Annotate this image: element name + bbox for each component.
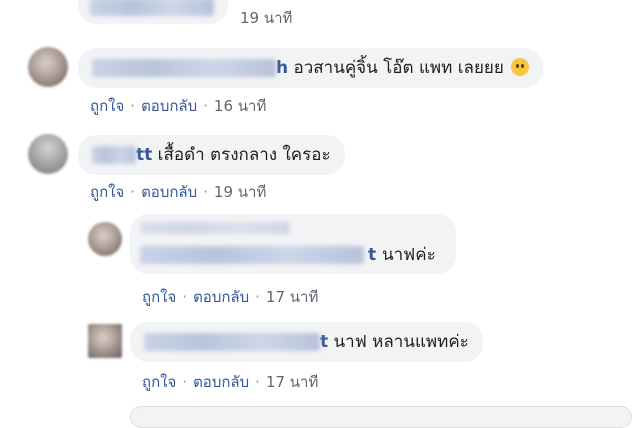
reply-time[interactable]: 17 นาที [266, 288, 318, 306]
blurred-author-name[interactable] [144, 333, 320, 351]
reply-time[interactable]: 17 นาที [266, 373, 318, 391]
comment-meta: 19 นาที [240, 6, 292, 30]
blurred-author-name[interactable] [92, 146, 136, 164]
separator-dot: · [182, 288, 188, 306]
separator-dot: · [130, 97, 136, 115]
separator-dot: · [203, 183, 208, 201]
separator-dot: · [203, 97, 208, 115]
author-name-visible[interactable]: h [276, 58, 288, 78]
reply-link[interactable]: ตอบกลับ [141, 183, 197, 201]
comment-time[interactable]: 16 นาที [214, 97, 266, 115]
like-link[interactable]: ถูกใจ [90, 183, 124, 201]
comment-text: อวสานคู่จิ้น โอ๊ต แพท เลยยย [293, 58, 504, 78]
comment-meta: ถูกใจ · ตอบกลับ · 19 นาที [90, 180, 266, 204]
like-link[interactable]: ถูกใจ [90, 97, 124, 115]
avatar[interactable] [28, 47, 68, 87]
comment-time[interactable]: 19 นาที [240, 9, 292, 27]
comment-text: นาฟ หลานแพทค่ะ [333, 332, 469, 352]
comment-bubble: h อวสานคู่จิ้น โอ๊ต แพท เลยยย [78, 48, 544, 88]
reply-meta: ถูกใจ · ตอบกลับ · 17 นาที [142, 370, 318, 394]
avatar[interactable] [88, 222, 122, 256]
sad-face-emoji-icon [511, 58, 530, 76]
avatar[interactable] [28, 134, 68, 174]
reply-input-box[interactable] [130, 406, 632, 428]
blurred-author-name[interactable] [140, 246, 364, 264]
comment-text: นาฟค่ะ [382, 245, 436, 265]
comment-bubble [78, 0, 228, 24]
separator-dot: · [255, 373, 260, 391]
reply-link[interactable]: ตอบกลับ [141, 97, 197, 115]
like-link[interactable]: ถูกใจ [142, 288, 176, 306]
author-name-visible[interactable]: tt [136, 145, 152, 165]
author-name-visible[interactable]: t [368, 244, 376, 266]
reply-link[interactable]: ตอบกลับ [193, 288, 249, 306]
avatar[interactable] [88, 324, 122, 358]
reply-bubble: t นาฟ หลานแพทค่ะ [130, 322, 483, 362]
like-link[interactable]: ถูกใจ [142, 373, 176, 391]
comment-text: เสื้อดำ ตรงกลาง ใครอะ [157, 145, 331, 165]
separator-dot: · [130, 183, 136, 201]
comment-time[interactable]: 19 นาที [214, 183, 266, 201]
comment-bubble: tt เสื้อดำ ตรงกลาง ใครอะ [78, 135, 345, 175]
blurred-author-name[interactable] [140, 222, 290, 234]
reply-link[interactable]: ตอบกลับ [193, 373, 249, 391]
separator-dot: · [255, 288, 260, 306]
blurred-author-name[interactable] [90, 0, 214, 16]
author-name-visible[interactable]: t [320, 332, 328, 352]
separator-dot: · [182, 373, 188, 391]
comment-meta: ถูกใจ · ตอบกลับ · 16 นาที [90, 94, 266, 118]
reply-bubble: t นาฟค่ะ [130, 214, 456, 274]
blurred-author-name[interactable] [92, 59, 276, 77]
reply-meta: ถูกใจ · ตอบกลับ · 17 นาที [142, 285, 318, 309]
